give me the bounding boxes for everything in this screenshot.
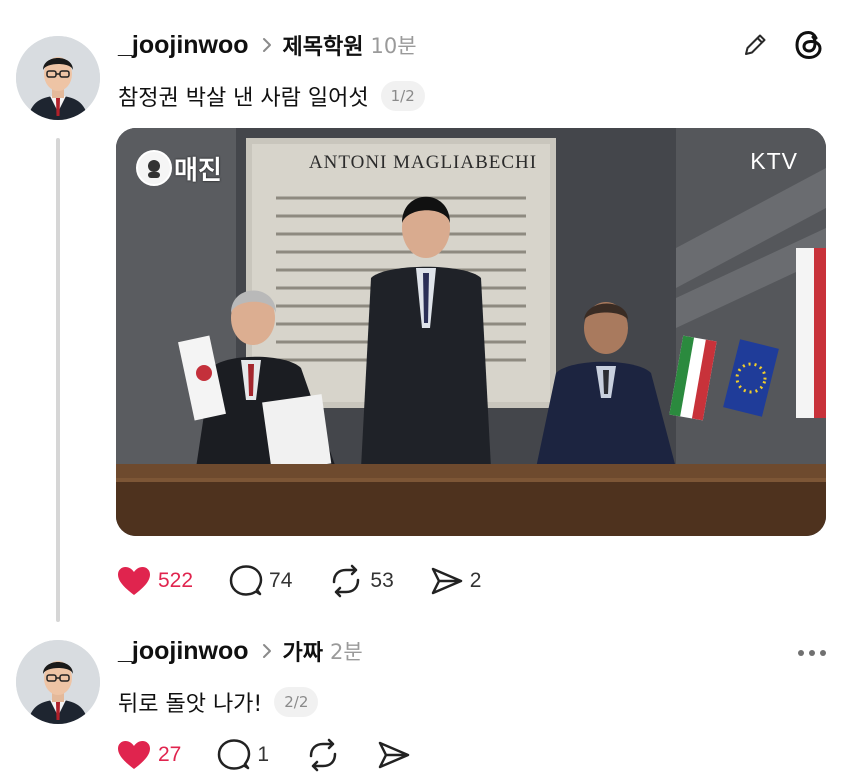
post-body: 뒤로 돌앗 나가! 2/2 xyxy=(118,686,319,718)
signing-ceremony-photo xyxy=(116,128,826,536)
post-time: 10분 xyxy=(370,34,417,58)
repost-icon xyxy=(309,738,337,772)
comment-bubble-icon xyxy=(229,565,263,596)
avatar-photo xyxy=(16,36,100,120)
comment-button[interactable]: 1 xyxy=(217,738,269,772)
post-actions: 27 1 xyxy=(116,738,447,772)
like-button[interactable]: 522 xyxy=(116,565,193,597)
topic-tag[interactable]: 가짜 xyxy=(283,635,323,667)
comment-bubble-icon xyxy=(218,739,251,770)
share-count: 2 xyxy=(469,569,482,592)
share-button[interactable] xyxy=(377,739,411,771)
post-corner-actions xyxy=(740,28,826,66)
comment-button[interactable]: 74 xyxy=(229,564,292,598)
chevron-right-icon xyxy=(261,37,273,53)
post-text: 뒤로 돌앗 나가! xyxy=(118,692,263,717)
avatar[interactable] xyxy=(16,640,100,724)
post-body: 참정권 박살 낸 사람 일어섯 1/2 xyxy=(118,80,425,112)
like-count: 27 xyxy=(158,743,182,766)
post-text: 참정권 박살 낸 사람 일어섯 xyxy=(118,86,369,111)
thread-connector-line xyxy=(56,138,60,622)
threads-logo-icon[interactable] xyxy=(792,28,826,66)
broadcaster-watermark: KTV xyxy=(750,148,798,174)
avatar-photo xyxy=(16,640,100,724)
share-send-icon xyxy=(431,567,463,595)
like-count: 522 xyxy=(158,569,194,592)
repost-icon xyxy=(333,564,360,598)
more-options-icon[interactable] xyxy=(793,650,826,656)
post-actions: 522 74 53 2 xyxy=(116,564,517,598)
repost-button[interactable]: 53 xyxy=(328,564,394,598)
chevron-right-icon xyxy=(261,643,273,659)
username[interactable]: _joojinwoo xyxy=(118,31,249,60)
share-send-icon xyxy=(378,741,410,769)
topic-tag[interactable]: 제목학원 xyxy=(283,29,364,61)
post-pager-badge: 2/2 xyxy=(274,687,319,717)
post-header: _joojinwoo 가짜 2분 xyxy=(118,634,363,668)
post-header: _joojinwoo 제목학원 10분 xyxy=(118,28,417,62)
heart-icon xyxy=(118,741,150,769)
repost-count: 53 xyxy=(370,569,394,592)
repost-button[interactable] xyxy=(305,738,341,772)
post-image[interactable]: ANTONI MAGLIABECHI 매진 KTV xyxy=(116,128,826,536)
like-button[interactable]: 27 xyxy=(116,739,181,771)
avatar[interactable] xyxy=(16,36,100,120)
share-button[interactable]: 2 xyxy=(430,565,482,597)
username[interactable]: _joojinwoo xyxy=(118,637,249,666)
channel-badge: 매진 xyxy=(136,148,222,188)
channel-face-icon xyxy=(136,150,172,186)
channel-badge-label: 매진 xyxy=(174,155,222,186)
pencil-icon[interactable] xyxy=(740,30,770,64)
comment-count: 74 xyxy=(269,569,293,592)
plaque-inscription: ANTONI MAGLIABECHI xyxy=(308,152,538,173)
comment-count: 1 xyxy=(257,743,270,766)
heart-icon xyxy=(118,567,150,595)
post-pager-badge: 1/2 xyxy=(380,81,425,111)
post-time: 2분 xyxy=(330,640,363,664)
